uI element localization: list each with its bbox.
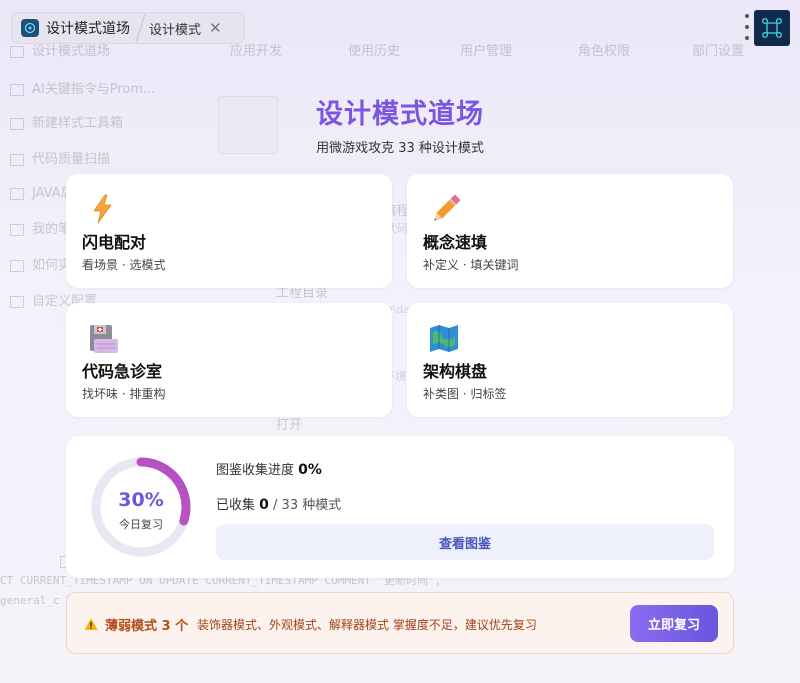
game-card-architecture-board[interactable]: 架构棋盘 补类图 · 归标签: [407, 303, 733, 417]
floppy-medical-icon: [88, 323, 118, 353]
weak-patterns-banner: 薄弱模式 3 个 装饰器模式、外观模式、解释器模式 掌握度不足，建议优先复习 立…: [66, 592, 734, 654]
bg-tab: 角色权限: [578, 44, 631, 59]
app-logo-icon: [21, 19, 39, 37]
bg-tab: 使用历史: [348, 44, 401, 59]
tab-divider: [135, 14, 146, 42]
collection-progress: 图鉴收集进度 0%: [216, 459, 322, 478]
game-card-code-er[interactable]: 代码急诊室 找坏味 · 排重构: [66, 303, 392, 417]
collected-count: 已收集 0 / 33 种模式: [216, 494, 341, 513]
weak-patterns-count: 薄弱模式 3 个: [105, 619, 189, 634]
card-desc: 补类图 · 归标签: [423, 387, 507, 401]
card-desc: 找坏味 · 排重构: [82, 387, 166, 401]
more-menu-icon[interactable]: [744, 14, 750, 40]
page-subtitle: 用微游戏攻克 33 种设计模式: [316, 141, 484, 156]
review-label: 今日复习: [119, 518, 163, 531]
collected-label: 已收集: [216, 498, 256, 513]
collected-number: 0: [259, 497, 269, 513]
plugin-logo-icon[interactable]: [754, 10, 790, 46]
game-card-lightning-match[interactable]: 闪电配对 看场景 · 选模式: [66, 174, 392, 288]
card-title: 概念速填: [423, 233, 488, 252]
collection-label: 图鉴收集进度: [216, 463, 295, 478]
map-icon: [429, 323, 459, 353]
view-collection-button[interactable]: 查看图鉴: [216, 524, 714, 560]
collection-value: 0%: [298, 462, 322, 478]
tab-bar: 设计模式道场 设计模式 ✕: [11, 12, 245, 44]
bg-tab: 用户管理: [460, 44, 513, 59]
card-desc: 看场景 · 选模式: [82, 258, 166, 272]
review-now-button[interactable]: 立即复习: [630, 605, 718, 642]
review-percent: 30%: [118, 489, 164, 511]
progress-panel: 30% 今日复习 图鉴收集进度 0% 已收集 0 / 33 种模式 查看图鉴: [66, 436, 734, 578]
game-card-concept-fill[interactable]: 概念速填 补定义 · 填关键词: [407, 174, 733, 288]
card-title: 闪电配对: [82, 233, 147, 252]
close-icon[interactable]: ✕: [209, 19, 222, 37]
tab-design-dojo[interactable]: 设计模式道场: [46, 18, 130, 38]
bg-tab: 部门设置: [692, 44, 745, 59]
warning-icon: [84, 616, 98, 630]
card-title: 架构棋盘: [423, 362, 488, 381]
pencil-icon: [429, 194, 461, 224]
tab-design-patterns[interactable]: 设计模式: [149, 19, 201, 38]
lightning-icon: [88, 194, 118, 224]
weak-patterns-text: 装饰器模式、外观模式、解释器模式 掌握度不足，建议优先复习: [197, 618, 537, 632]
card-title: 代码急诊室: [82, 362, 163, 381]
page-title: 设计模式道场: [316, 99, 484, 130]
collected-total: / 33 种模式: [273, 498, 342, 513]
card-desc: 补定义 · 填关键词: [423, 258, 519, 272]
